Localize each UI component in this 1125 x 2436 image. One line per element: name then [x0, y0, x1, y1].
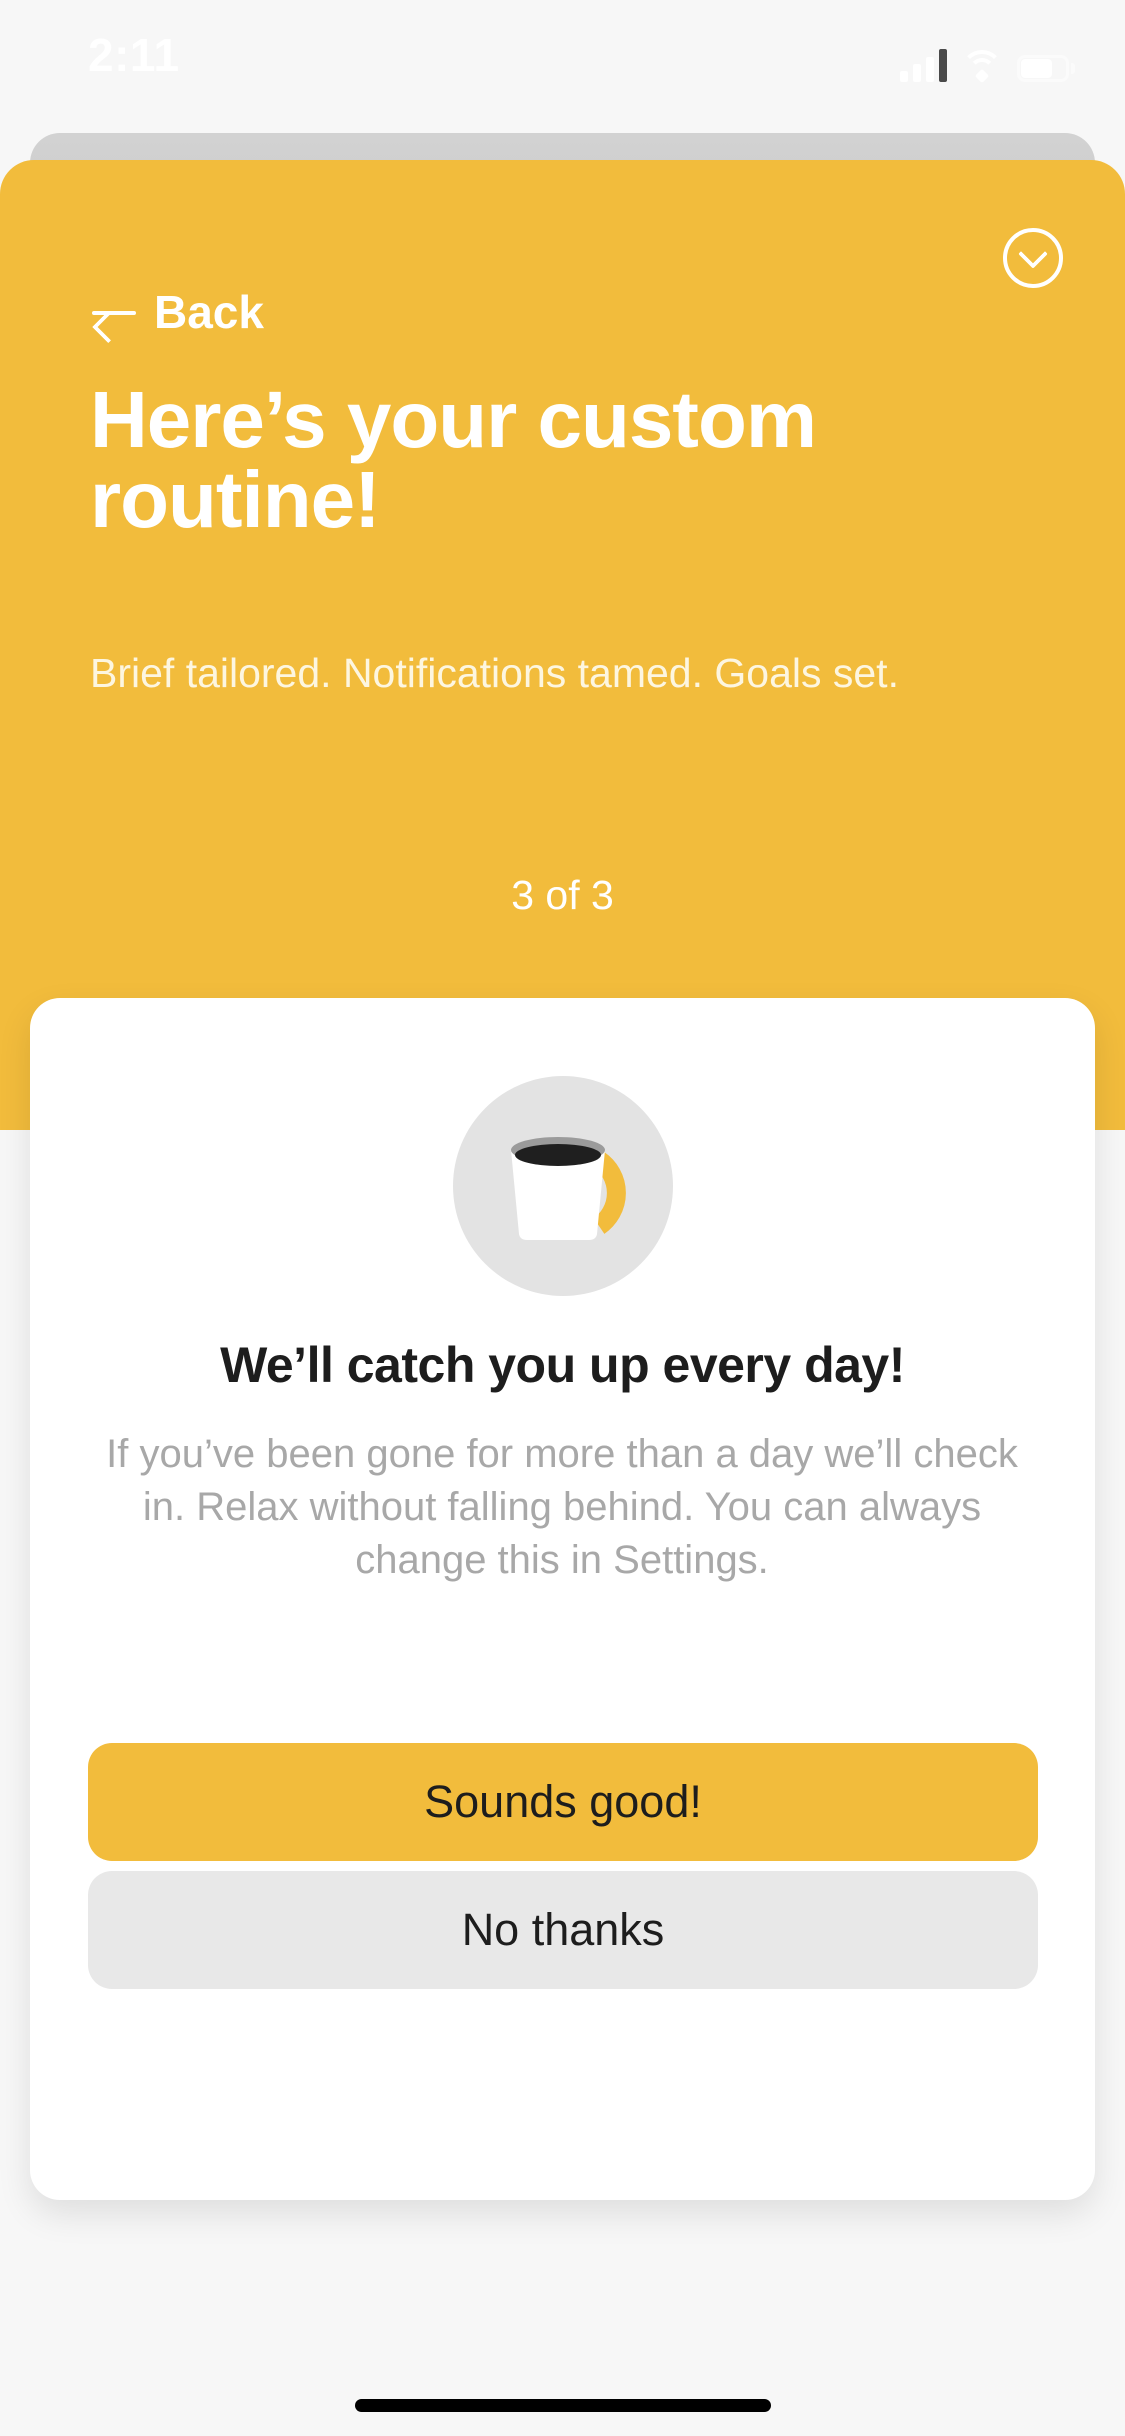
status-bar: 2:11: [0, 0, 1125, 120]
close-sheet-button[interactable]: [1003, 228, 1063, 288]
battery-icon: [1017, 55, 1075, 82]
card-title: We’ll catch you up every day!: [220, 1337, 905, 1393]
coffee-mug-icon: [452, 1076, 673, 1296]
home-indicator[interactable]: [354, 2399, 771, 2412]
card-body-text: If you’ve been gone for more than a day …: [106, 1432, 1018, 1582]
page-title: Here’s your custom routine!: [90, 375, 817, 544]
phone-screen: 2:11 Back Here’s your custom routine! Br…: [0, 0, 1125, 2436]
status-bar-icons: [900, 40, 1075, 84]
back-button-label: Back: [154, 286, 264, 338]
cellular-signal-icon: [900, 48, 947, 82]
arrow-left-icon: [90, 297, 138, 327]
no-thanks-button[interactable]: No thanks: [88, 1871, 1038, 1989]
page-subtitle: Brief tailored. Notifications tamed. Goa…: [90, 650, 899, 696]
back-button[interactable]: Back: [90, 285, 264, 339]
content-card: We’ll catch you up every day! If you’ve …: [30, 998, 1095, 2200]
wifi-icon: [961, 50, 1003, 84]
chevron-down-icon: [1018, 238, 1048, 269]
step-indicator: 3 of 3: [511, 872, 614, 918]
sounds-good-button[interactable]: Sounds good!: [88, 1743, 1038, 1861]
status-bar-time: 2:11: [88, 29, 180, 81]
